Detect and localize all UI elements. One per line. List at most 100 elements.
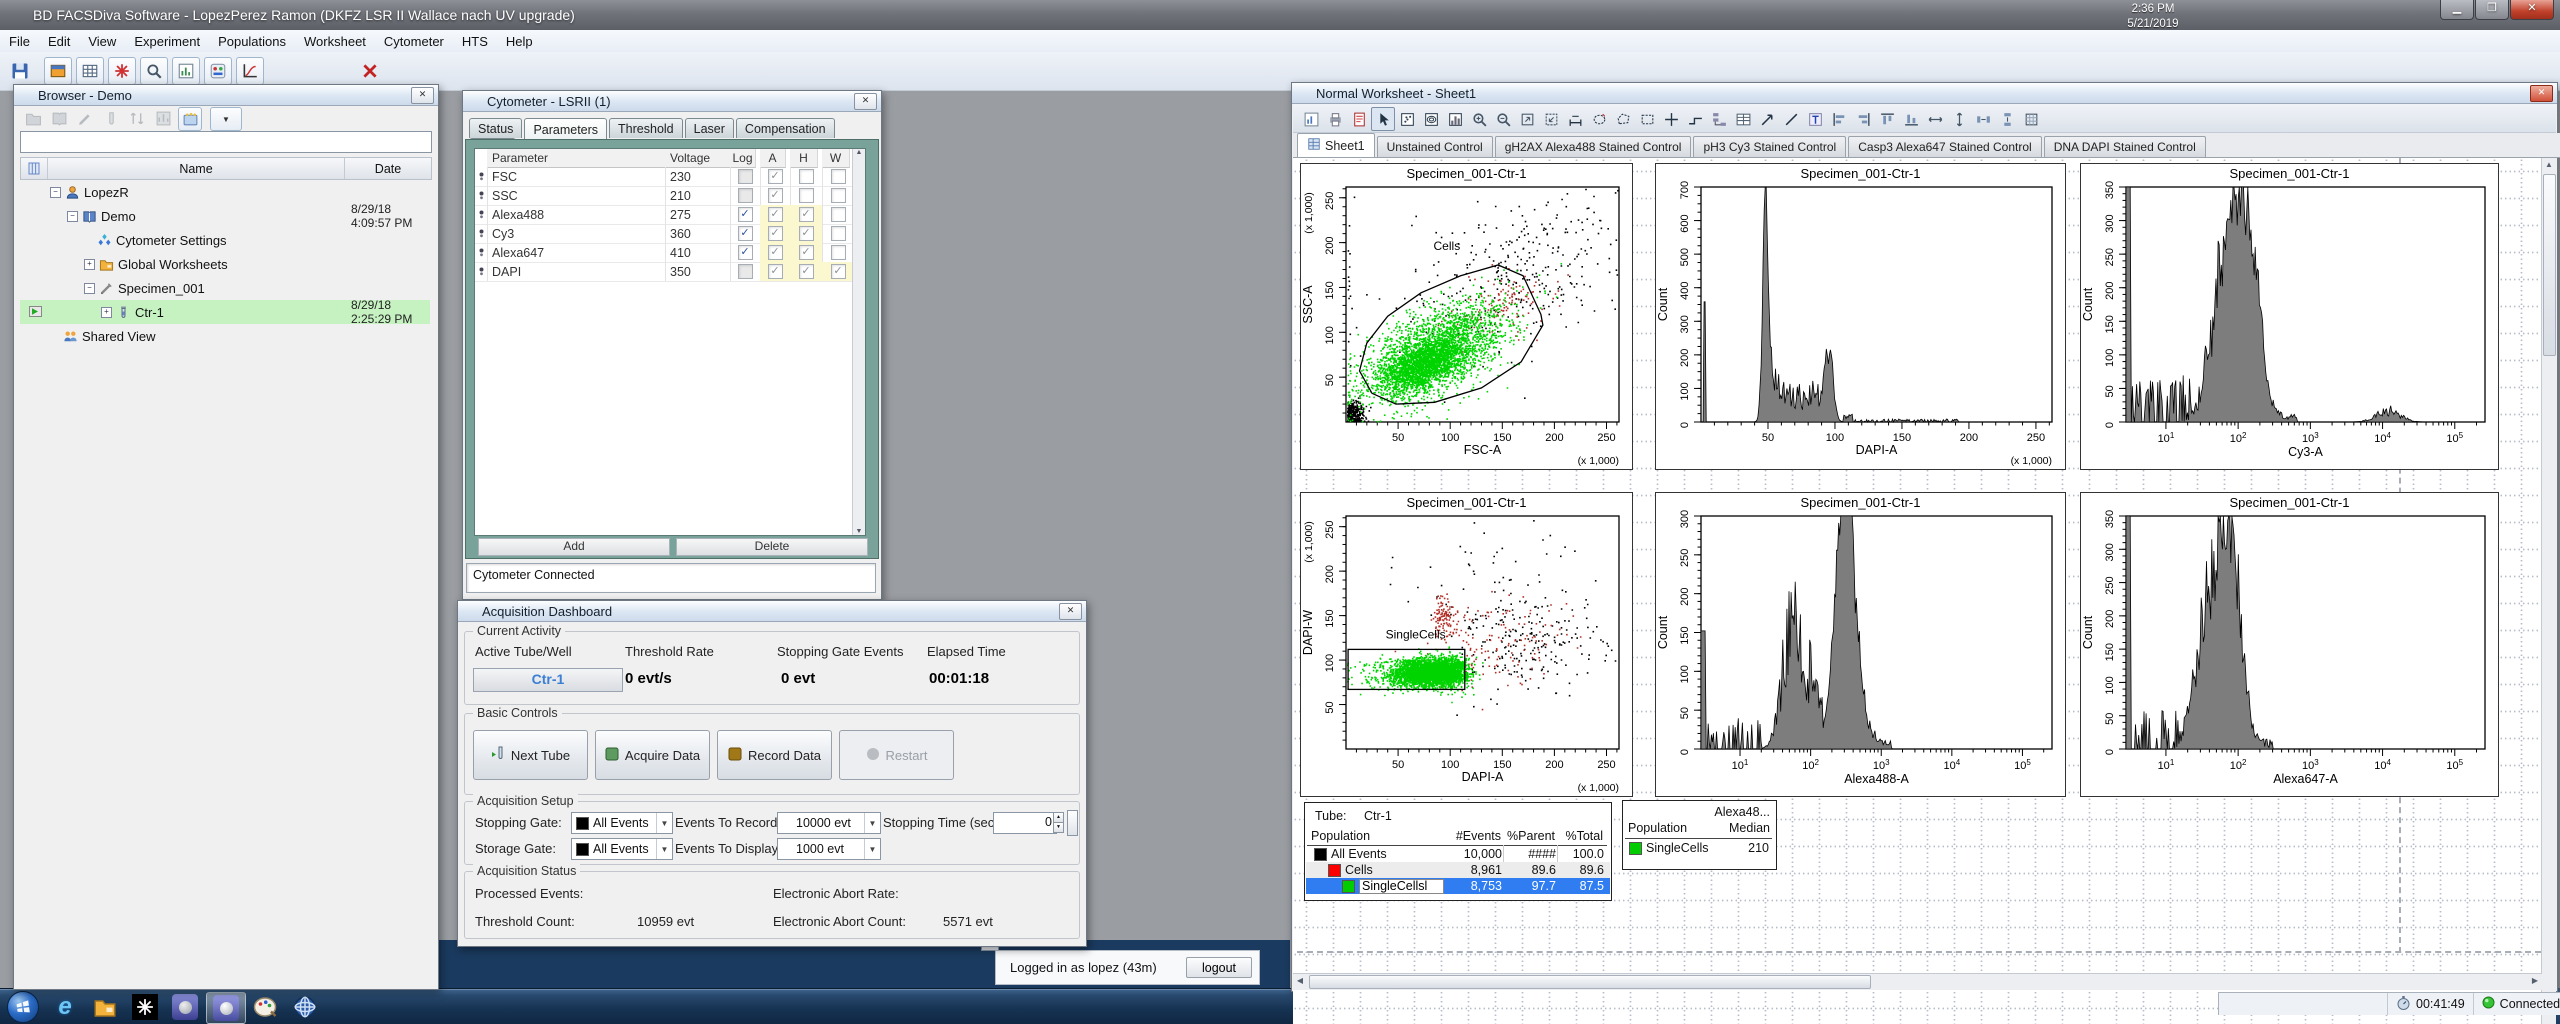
param-voltage[interactable]: 275 bbox=[665, 205, 731, 225]
checkbox[interactable]: ✓ bbox=[830, 264, 846, 279]
new-folder-icon[interactable] bbox=[22, 107, 44, 129]
worksheet-canvas[interactable]: Specimen_001-Ctr-1 50 100 150 200 250 FSC-A (x … bbox=[1293, 158, 2542, 1024]
select-cursor-icon[interactable] bbox=[1371, 107, 1395, 131]
browser-filter-input[interactable] bbox=[20, 131, 432, 153]
menu-populations[interactable]: Populations bbox=[209, 34, 295, 49]
expand-icon[interactable]: + bbox=[101, 306, 112, 318]
facsdiva-splash-icon[interactable] bbox=[126, 992, 164, 1022]
tree-row-lopezr[interactable]: − LopezR bbox=[20, 180, 430, 204]
collapse-icon[interactable]: − bbox=[84, 282, 95, 294]
export-pdf-icon[interactable] bbox=[1347, 107, 1371, 131]
scroll-left-icon[interactable]: ◀ bbox=[1293, 974, 1307, 988]
plot-dapi-count[interactable]: Specimen_001-Ctr-1 50 100 150 200 250 DAPI-A (x… bbox=[1655, 163, 2066, 470]
sort-icon[interactable] bbox=[126, 107, 148, 129]
menu-file[interactable]: File bbox=[0, 34, 39, 49]
interval-gate-icon[interactable] bbox=[1563, 107, 1587, 131]
checkbox[interactable]: ✓ bbox=[798, 245, 814, 260]
menu-help[interactable]: Help bbox=[497, 34, 542, 49]
scroll-right-icon[interactable]: ▶ bbox=[2528, 974, 2542, 988]
checkbox[interactable] bbox=[737, 169, 753, 184]
biexponential-icon[interactable] bbox=[236, 57, 264, 85]
checkbox[interactable] bbox=[830, 207, 846, 222]
events-to-record-select[interactable]: 10000 evt ▼ bbox=[777, 812, 881, 834]
align-top-icon[interactable] bbox=[1875, 107, 1899, 131]
worksheet-tab-dna-dapi-stained-control[interactable]: DNA DAPI Stained Control bbox=[2043, 136, 2206, 157]
cytometer-grid-icon[interactable] bbox=[76, 57, 104, 85]
median-row-singlecells[interactable]: SingleCells 210 bbox=[1624, 840, 1775, 856]
polygon-gate-icon[interactable] bbox=[1611, 107, 1635, 131]
start-orb[interactable] bbox=[4, 991, 42, 1023]
cytometer-titlebar[interactable]: Cytometer - LSRII (1) ✕ bbox=[463, 91, 881, 112]
text-tool-icon[interactable] bbox=[1803, 107, 1827, 131]
worksheet-hscrollbar[interactable]: ◀ ▶ bbox=[1293, 973, 2542, 990]
explorer-icon[interactable] bbox=[86, 992, 124, 1022]
align-bottom-icon[interactable] bbox=[1899, 107, 1923, 131]
param-voltage[interactable]: 360 bbox=[665, 224, 731, 244]
population-statistics-table[interactable]: Tube: Ctr-1 Population #Events %Parent %Tota… bbox=[1304, 802, 1612, 901]
browser-close-icon[interactable]: ✕ bbox=[411, 86, 434, 104]
dashboard-close-icon[interactable]: ✕ bbox=[1059, 602, 1082, 620]
plot-dapi-dapiw[interactable]: Specimen_001-Ctr-1 50 100 150 200 250 DAPI-A (x… bbox=[1300, 492, 1633, 797]
restart-button[interactable]: Restart bbox=[839, 730, 954, 780]
worksheet-tab-ph3-cy3-stained-control[interactable]: pH3 Cy3 Stained Control bbox=[1693, 136, 1847, 157]
time-slider[interactable] bbox=[1067, 810, 1078, 836]
dashboard-titlebar[interactable]: Acquisition Dashboard ✕ bbox=[458, 601, 1086, 622]
tree-row-cytometer-settings[interactable]: Cytometer Settings bbox=[20, 228, 430, 252]
expand-icon[interactable]: + bbox=[84, 258, 95, 270]
maximize-button[interactable]: ❐ bbox=[2475, 0, 2509, 20]
plot-fsc-ssc[interactable]: Specimen_001-Ctr-1 50 100 150 200 250 FSC-A (x … bbox=[1300, 163, 1633, 470]
median-statistics-table[interactable]: Alexa48... Median Population SingleCells 210 bbox=[1622, 800, 1777, 870]
scroll-up-icon[interactable]: ▲ bbox=[2542, 158, 2556, 172]
tab-compensation[interactable]: Compensation bbox=[735, 118, 835, 138]
new-analysis-icon[interactable] bbox=[152, 107, 174, 129]
paint-icon[interactable] bbox=[246, 992, 284, 1022]
cytometer-close-icon[interactable]: ✕ bbox=[854, 92, 877, 110]
worksheet-titlebar[interactable]: Normal Worksheet - Sheet1 ✕ bbox=[1292, 83, 2557, 104]
delete-button[interactable]: Delete bbox=[676, 538, 868, 556]
logout-button[interactable]: logout bbox=[1186, 957, 1252, 978]
menu-edit[interactable]: Edit bbox=[39, 34, 79, 49]
table-scrollbar[interactable]: ▲ ▼ bbox=[852, 149, 865, 535]
param-name[interactable]: FSC bbox=[487, 167, 666, 187]
param-voltage[interactable]: 210 bbox=[665, 186, 731, 206]
checkbox[interactable]: ✓ bbox=[767, 226, 783, 241]
arrow-tool-icon[interactable] bbox=[1755, 107, 1779, 131]
stats-row-cells[interactable]: Cells 8,961 89.6 89.6 bbox=[1306, 862, 1610, 878]
checkbox[interactable]: ✓ bbox=[767, 245, 783, 260]
checkbox[interactable]: ✓ bbox=[737, 207, 753, 222]
stats-row-all-events[interactable]: All Events 10,000 #### 100.0 bbox=[1306, 846, 1610, 862]
browser-titlebar[interactable]: Browser - Demo ✕ bbox=[14, 85, 438, 106]
globe-icon[interactable] bbox=[286, 992, 324, 1022]
histogram-icon[interactable] bbox=[1443, 107, 1467, 131]
shrink-icon[interactable] bbox=[1539, 107, 1563, 131]
dashboard-icon[interactable] bbox=[204, 57, 232, 85]
worksheet-tab-gh2ax-alexa488-stained-control[interactable]: gH2AX Alexa488 Stained Control bbox=[1494, 136, 1692, 157]
checkbox[interactable]: ✓ bbox=[767, 188, 783, 203]
param-voltage[interactable]: 410 bbox=[665, 243, 731, 263]
close-button[interactable]: ✕ bbox=[2510, 0, 2554, 20]
hierarchy-icon[interactable] bbox=[1707, 107, 1731, 131]
checkbox[interactable]: ✓ bbox=[767, 169, 783, 184]
checkbox[interactable]: ✓ bbox=[798, 207, 814, 222]
stopping-time-spinner[interactable]: ▲ ▼ bbox=[1053, 812, 1064, 833]
dot-plot-icon[interactable] bbox=[1395, 107, 1419, 131]
checkbox[interactable]: ✓ bbox=[737, 226, 753, 241]
worksheet-close-icon[interactable]: ✕ bbox=[2530, 84, 2553, 102]
fit-height-icon[interactable] bbox=[1947, 107, 1971, 131]
collapse-icon[interactable]: − bbox=[67, 210, 78, 222]
acquire-data-button[interactable]: Acquire Data bbox=[595, 730, 710, 780]
stopping-time-input[interactable]: 0 bbox=[993, 812, 1057, 834]
collapse-icon[interactable]: − bbox=[50, 186, 61, 198]
contour-plot-icon[interactable] bbox=[1419, 107, 1443, 131]
worksheet-tab-sheet1[interactable]: Sheet1 bbox=[1297, 133, 1375, 157]
worksheet-tab-casp3-alexa647-stained-control[interactable]: Casp3 Alexa647 Stained Control bbox=[1848, 136, 2042, 157]
param-name[interactable]: DAPI bbox=[487, 262, 666, 282]
ie-icon[interactable]: e bbox=[46, 992, 84, 1022]
tab-parameters[interactable]: Parameters bbox=[524, 118, 608, 139]
checkbox[interactable] bbox=[830, 226, 846, 241]
plot-alexa647-count[interactable]: Specimen_001-Ctr-1 101 102 103 104 105 Alexa64… bbox=[2080, 492, 2499, 797]
checkbox[interactable] bbox=[798, 169, 814, 184]
checkbox[interactable]: ✓ bbox=[767, 207, 783, 222]
snap-gate-icon[interactable] bbox=[1587, 107, 1611, 131]
print-icon[interactable] bbox=[1323, 107, 1347, 131]
